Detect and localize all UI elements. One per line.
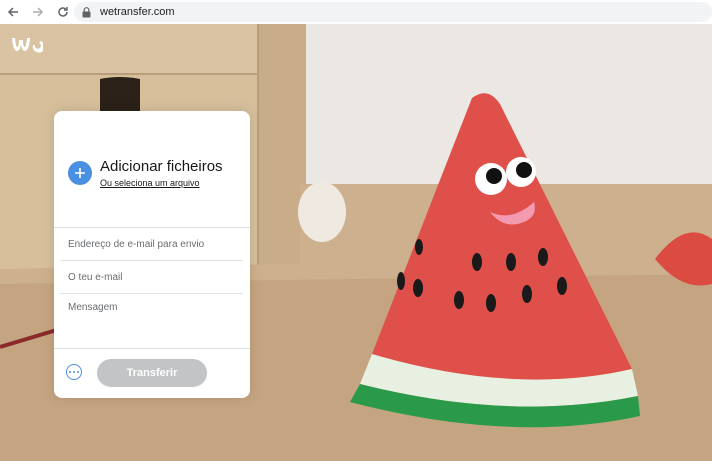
sender-email-field[interactable] (60, 261, 242, 293)
plus-icon (75, 168, 85, 178)
transfer-button[interactable]: Transferir (97, 359, 207, 387)
url-text: wetransfer.com (100, 6, 175, 18)
back-icon[interactable] (5, 4, 21, 20)
recipient-email-field[interactable] (60, 228, 242, 260)
reload-icon[interactable] (55, 4, 71, 20)
lock-icon (82, 6, 92, 18)
forward-icon[interactable] (30, 4, 46, 20)
select-folder-link[interactable]: Ou seleciona um arquivo (100, 178, 200, 188)
address-bar[interactable]: wetransfer.com (74, 2, 712, 22)
wetransfer-logo[interactable] (11, 35, 45, 58)
logo-icon (12, 38, 45, 53)
upload-panel: Adicionar ficheiros Ou seleciona um arqu… (54, 111, 250, 398)
add-files-button[interactable] (68, 161, 92, 185)
divider (54, 348, 250, 349)
add-files-title[interactable]: Adicionar ficheiros (100, 158, 223, 175)
browser-toolbar: wetransfer.com (0, 0, 712, 24)
message-field[interactable] (60, 294, 242, 346)
more-options-icon[interactable] (66, 364, 82, 380)
